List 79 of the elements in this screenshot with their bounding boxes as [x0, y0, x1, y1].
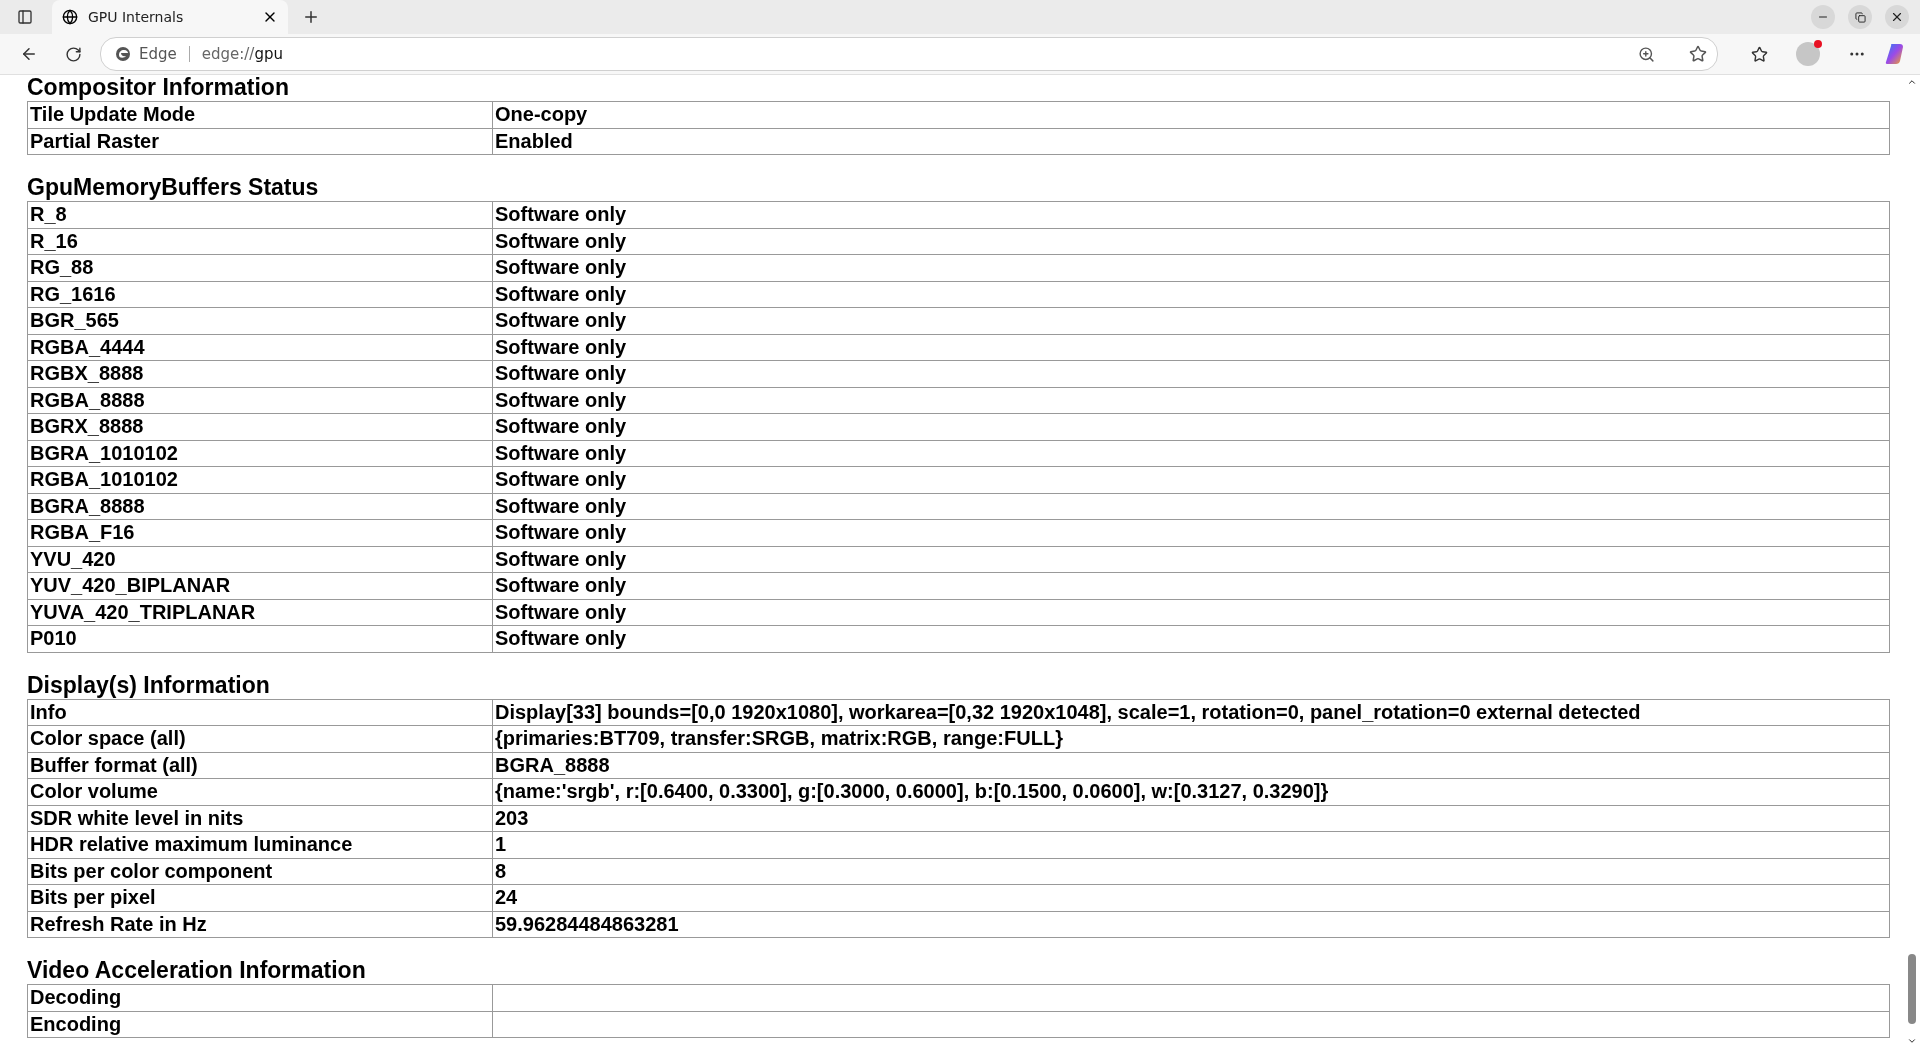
label-cell: Buffer format (all) — [27, 752, 493, 779]
globe-icon — [62, 9, 78, 25]
label-cell: Bits per pixel — [27, 884, 493, 911]
close-window-button[interactable] — [1885, 5, 1909, 29]
value-cell: Software only — [492, 440, 1890, 467]
restore-button[interactable] — [1848, 5, 1872, 29]
value-cell: 203 — [492, 805, 1890, 832]
label-cell: YUVA_420_TRIPLANAR — [27, 599, 493, 626]
label-cell: HDR relative maximum luminance — [27, 831, 493, 858]
label-cell: SDR white level in nits — [27, 805, 493, 832]
value-cell: Software only — [492, 546, 1890, 573]
browser-tab[interactable]: GPU Internals — [52, 0, 288, 34]
label-cell: YVU_420 — [27, 546, 493, 573]
section-heading: Video Acceleration Information — [27, 958, 367, 982]
section-heading: Compositor Information — [27, 75, 290, 99]
value-cell: Software only — [492, 360, 1890, 387]
label-cell: YUV_420_BIPLANAR — [27, 572, 493, 599]
close-icon — [1890, 10, 1904, 24]
label-cell: Partial Raster — [27, 128, 493, 155]
value-cell: Software only — [492, 466, 1890, 493]
label-cell: Bits per color component — [27, 858, 493, 885]
value-cell: 59.96284484863281 — [492, 911, 1890, 938]
label-cell: BGRA_8888 — [27, 493, 493, 520]
label-cell: Info — [27, 699, 493, 726]
label-cell: BGR_565 — [27, 307, 493, 334]
label-cell: RGBA_F16 — [27, 519, 493, 546]
label-cell: Color volume — [27, 778, 493, 805]
label-cell: BGRA_1010102 — [27, 440, 493, 467]
site-label: Edge — [139, 45, 177, 63]
address-bar[interactable]: Edge edge://gpu — [100, 37, 1718, 71]
value-cell: Software only — [492, 599, 1890, 626]
value-cell: Software only — [492, 281, 1890, 308]
label-cell: RGBA_4444 — [27, 334, 493, 361]
label-cell: RG_88 — [27, 254, 493, 281]
value-cell: Software only — [492, 334, 1890, 361]
label-cell: Color space (all) — [27, 725, 493, 752]
label-cell: Encoding — [27, 1011, 493, 1038]
scrollbar-thumb[interactable] — [1908, 954, 1916, 1024]
value-cell: 24 — [492, 884, 1890, 911]
zoom-icon[interactable] — [1638, 45, 1655, 63]
label-cell: RGBA_1010102 — [27, 466, 493, 493]
label-cell: RGBX_8888 — [27, 360, 493, 387]
label-cell: RG_1616 — [27, 281, 493, 308]
value-cell: 8 — [492, 858, 1890, 885]
value-cell: Software only — [492, 572, 1890, 599]
value-cell: {primaries:BT709, transfer:SRGB, matrix:RGB, range:FULL} — [492, 725, 1890, 752]
profile-avatar[interactable] — [1796, 42, 1820, 66]
minimize-button[interactable] — [1811, 5, 1835, 29]
value-cell: One-copy — [492, 101, 1890, 128]
label-cell: RGBA_8888 — [27, 387, 493, 414]
value-cell: BGRA_8888 — [492, 752, 1890, 779]
value-cell: Enabled — [492, 128, 1890, 155]
label-cell: R_8 — [27, 201, 493, 228]
label-cell: R_16 — [27, 228, 493, 255]
value-cell: Software only — [492, 413, 1890, 440]
value-cell: Software only — [492, 307, 1890, 334]
value-cell: Software only — [492, 228, 1890, 255]
value-cell: Software only — [492, 201, 1890, 228]
value-cell: {name:'srgb', r:[0.6400, 0.3300], g:[0.3000, 0.6000], b:[0.1500, 0.0600], w:[0.3127, 0.3290]} — [492, 778, 1890, 805]
value-cell: Software only — [492, 254, 1890, 281]
label-cell: P010 — [27, 625, 493, 652]
value-cell: Software only — [492, 493, 1890, 520]
section-heading: GpuMemoryBuffers Status — [27, 175, 320, 199]
section-heading: Display(s) Information — [27, 672, 271, 697]
label-cell: Refresh Rate in Hz — [27, 911, 493, 938]
label-cell: Decoding — [27, 984, 493, 1011]
notification-dot — [1814, 40, 1822, 48]
scroll-up-icon[interactable] — [1907, 77, 1917, 87]
value-cell: Software only — [492, 387, 1890, 414]
label-cell: BGRX_8888 — [27, 413, 493, 440]
label-cell: Tile Update Mode — [27, 101, 493, 128]
value-cell: Software only — [492, 519, 1890, 546]
value-cell: Software only — [492, 625, 1890, 652]
scroll-down-icon[interactable] — [1907, 1036, 1917, 1046]
url-text: edge://gpu — [201, 45, 283, 63]
favorite-star-icon[interactable] — [1689, 45, 1707, 63]
value-cell: 1 — [492, 831, 1890, 858]
value-cell: Display[33] bounds=[0,0 1920x1080], workarea=[0,32 1920x1048], scale=1, rotation=0, panel_rotation=0 external detected — [492, 699, 1890, 726]
restore-icon — [1854, 11, 1866, 23]
